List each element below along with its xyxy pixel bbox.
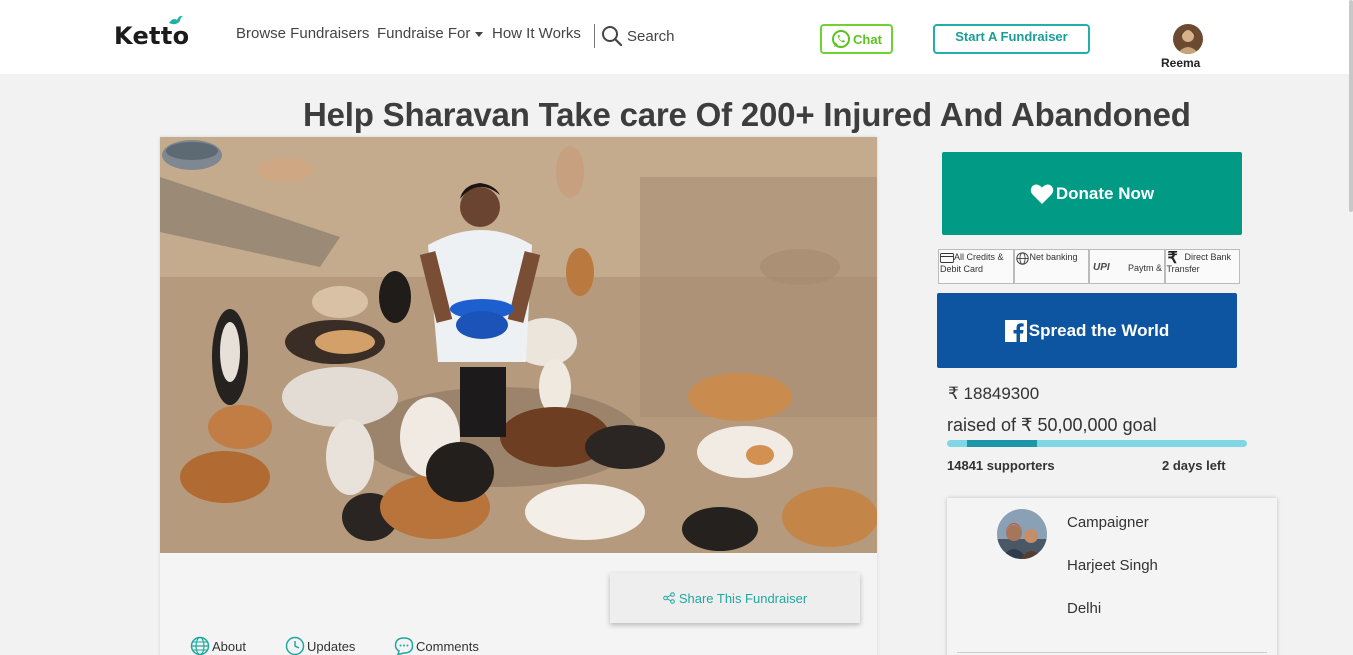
campaigner-role: Campaigner xyxy=(1067,514,1149,531)
user-name[interactable]: Reema xyxy=(1161,56,1200,70)
heart-icon xyxy=(1030,184,1054,204)
globe-icon xyxy=(1015,252,1029,265)
share-label: Share This Fundraiser xyxy=(678,590,808,606)
donate-now-button[interactable]: Donate Now xyxy=(942,152,1242,235)
top-header: Ketto Browse Fundraisers Fundraise For H… xyxy=(0,0,1353,74)
raised-amount: ₹ 18849300 xyxy=(948,384,1040,403)
page-scrollbar[interactable] xyxy=(1349,0,1353,212)
campaigner-avatar[interactable] xyxy=(997,509,1047,559)
campaigner-photo-icon xyxy=(997,509,1047,559)
nav-fundraise-for[interactable]: Fundraise For xyxy=(377,25,484,42)
campaign-hero-image[interactable] xyxy=(160,137,877,553)
dogs-photo-image xyxy=(160,137,877,553)
campaigner-divider xyxy=(957,652,1267,653)
bird-logo-icon xyxy=(169,15,183,25)
payment-bank-transfer-label: Direct Bank Transfer xyxy=(1166,252,1232,274)
donate-label: Donate Now xyxy=(1055,183,1155,203)
search-label: Search xyxy=(627,27,675,45)
whatsapp-chat-button[interactable]: Chat xyxy=(820,24,893,54)
tab-comments-label: Comments xyxy=(416,638,479,654)
user-photo-icon xyxy=(1173,24,1203,54)
campaigner-name[interactable]: Harjeet Singh xyxy=(1067,557,1158,574)
campaigner-location: Delhi xyxy=(1067,600,1102,617)
tab-about-label: About xyxy=(212,638,246,654)
start-fundraiser-button[interactable]: Start A Fundraiser xyxy=(933,24,1090,54)
share-fundraiser-button[interactable]: Share This Fundraiser xyxy=(610,573,860,623)
payment-bank-transfer-option[interactable]: ₹ Direct Bank Transfer xyxy=(1164,249,1240,284)
campaign-title: Help Sharavan Take care Of 200+ Injured … xyxy=(303,96,1191,133)
payment-card-option[interactable]: All Credits & Debit Card xyxy=(938,249,1014,284)
globe-icon xyxy=(190,636,210,655)
payment-card-label: All Credits & Debit Card xyxy=(940,252,1004,274)
whatsapp-icon xyxy=(832,30,851,48)
payment-upi-option[interactable]: UPI Paytm & xyxy=(1089,249,1165,284)
comment-icon xyxy=(394,637,414,655)
days-left: 2 days left xyxy=(1162,458,1226,473)
payment-methods: All Credits & Debit Card Net banking UPI… xyxy=(938,249,1240,284)
spread-label: Spread the World xyxy=(1028,320,1170,340)
supporters-count: 14841 supporters xyxy=(947,458,1055,473)
nav-fundraise-for-label: Fundraise For xyxy=(377,25,471,42)
caret-down-icon xyxy=(475,31,484,37)
facebook-icon xyxy=(1004,319,1027,342)
chat-label: Chat xyxy=(853,31,882,47)
nav-browse-fundraisers[interactable]: Browse Fundraisers xyxy=(236,25,369,42)
upi-logo: UPI xyxy=(1093,262,1110,273)
user-avatar[interactable] xyxy=(1173,24,1203,54)
tab-updates-label: Updates xyxy=(307,638,356,654)
clock-icon xyxy=(285,636,305,655)
nav-divider xyxy=(594,24,595,48)
funding-progress-fill xyxy=(967,440,1037,447)
share-icon xyxy=(663,592,675,604)
nav-how-it-works[interactable]: How It Works xyxy=(492,25,581,42)
tab-about[interactable]: About xyxy=(190,636,246,655)
spread-the-world-button[interactable]: Spread the World xyxy=(937,293,1237,368)
campaigner-card: Campaigner Harjeet Singh Delhi xyxy=(947,498,1277,655)
campaign-card: Share This Fundraiser About Updates Comm… xyxy=(160,137,877,655)
payment-upi-label: Paytm & xyxy=(1128,263,1163,273)
tab-updates[interactable]: Updates xyxy=(285,636,355,655)
payment-netbanking-option[interactable]: Net banking xyxy=(1013,249,1089,284)
payment-netbanking-label: Net banking xyxy=(1029,252,1078,262)
search-icon xyxy=(602,26,623,47)
tab-comments[interactable]: Comments xyxy=(394,636,479,655)
raised-goal: raised of ₹ 50,00,000 goal xyxy=(947,415,1157,435)
funding-progress-bar xyxy=(947,440,1247,447)
search-button[interactable]: Search xyxy=(601,24,675,48)
